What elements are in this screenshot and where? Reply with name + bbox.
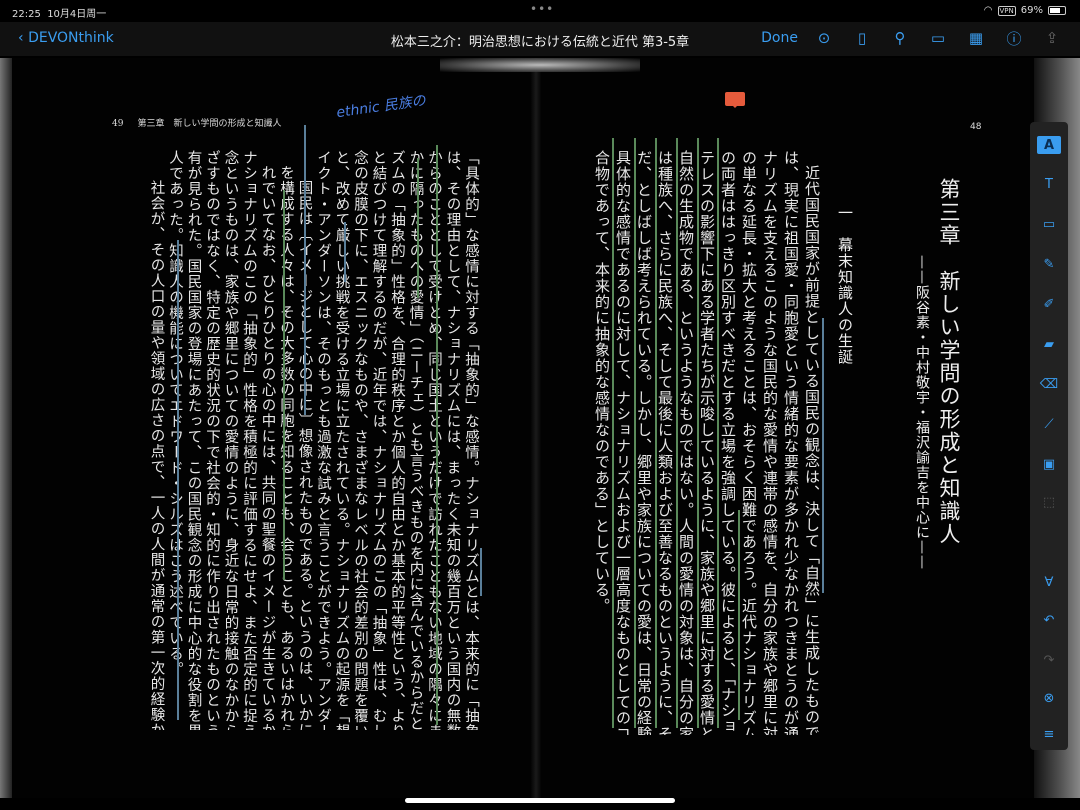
text-column: の両者ははっきり区別すべきだとする立場を強調している。彼によると、「ナショナリズ… bbox=[719, 150, 737, 735]
close-icon[interactable]: ⊗ bbox=[1037, 686, 1061, 710]
text-column: 有が見られた。国民国家の登場にあたって、この国民観念の形成に中心的な役割を果すの… bbox=[185, 150, 202, 730]
text-column: と、改めて厳しい挑戦を受ける立場に立たされている。ナショナリズムの起源を「想像の… bbox=[333, 150, 350, 730]
pencil-icon[interactable]: ✐ bbox=[1037, 292, 1061, 316]
section-heading: 一 幕末知識人の生誕 bbox=[836, 205, 854, 365]
text-column: 近代国民国家が前提としている国民の観念は、決して「自然」に生成したものではない。… bbox=[803, 165, 821, 735]
quote-column: 社会が、その人口の量や領域の広さの点で、一人の人間が通常の第一次的経験から知りう… bbox=[148, 180, 165, 730]
book-gutter bbox=[530, 58, 542, 798]
status-indicators: ◠ VPN 69% bbox=[984, 5, 1066, 16]
eraser-icon[interactable]: ⌫ bbox=[1037, 372, 1061, 396]
pen-icon[interactable]: ✎ bbox=[1037, 252, 1061, 276]
text-column: 自然の生成物である、というようなものではない。人間の愛情の対象は、自分の家族から… bbox=[677, 150, 695, 735]
highlight-mark bbox=[655, 138, 657, 728]
wifi-icon: ◠ bbox=[983, 5, 993, 16]
highlight-mark bbox=[177, 240, 179, 720]
text-column: は、その理由として、ナショナリズムには、まったく未知の幾百万という国内の無数の人… bbox=[444, 150, 461, 730]
text-column: 念の皮膜の下に、エスニックなものや、さまざまなレベルの社会的差別の問題を覆い隠し… bbox=[352, 150, 368, 730]
quote-column: を構成する人々は、その大多数の同胞を知ることも、会うことも、あるいはかれらについ… bbox=[278, 165, 294, 730]
status-bar: 22:25 10月4日周一 ••• ◠ VPN 69% bbox=[0, 0, 1080, 22]
highlight-mark bbox=[822, 318, 824, 593]
marker-icon[interactable]: ▰ bbox=[1037, 332, 1061, 356]
left-page-text: 「具体的」な感情に対する「抽象的」な感情。ナショナリズムとは、本来的に「抽象的」… bbox=[147, 150, 480, 730]
text-column: 人であった。知識人の機能についてエドワード・シルズはこう述べている。 bbox=[167, 150, 183, 677]
battery-percent: 69% bbox=[1020, 5, 1043, 16]
right-page-number: 48 bbox=[970, 122, 982, 132]
pen-toggle-icon[interactable]: ∀ bbox=[1037, 570, 1061, 594]
text-box-icon[interactable]: T bbox=[1037, 172, 1061, 196]
highlight-mark bbox=[417, 158, 419, 298]
highlight-text-icon[interactable]: A bbox=[1037, 136, 1061, 154]
text-column: は種族へ、さらに民族へ、そして最後に人類および至善なるものというように、その輪を… bbox=[656, 150, 674, 735]
text-column: かに隔ったものへの愛情」（ニーチェ）とも言うべきものを内に含んでいるからだと言う… bbox=[407, 150, 424, 730]
done-button[interactable]: Done bbox=[761, 26, 798, 50]
battery-icon bbox=[1048, 6, 1066, 15]
page-spine-highlight bbox=[440, 58, 640, 72]
text-column: だ、としばしば考えられている。しかし、郷里や家族についての愛は、日常の経験のなか… bbox=[635, 150, 653, 735]
redo-icon[interactable]: ↷ bbox=[1037, 648, 1061, 672]
navigation-bar: ‹ DEVONthink 松本三之介：明治思想における伝統と近代 第3-5章 D… bbox=[0, 22, 1080, 56]
back-button[interactable]: ‹ DEVONthink bbox=[18, 30, 114, 46]
text-column: 「具体的」な感情に対する「抽象的」な感情。ナショナリズムとは、本来的に「抽象的」… bbox=[463, 150, 479, 730]
book-edge-left bbox=[0, 58, 12, 798]
document-icon[interactable]: ▯ bbox=[850, 26, 874, 50]
text-column: は、現実に祖国愛・同胞愛という情緒的な要素が多かれ少なかれつきまとうのが通常であ… bbox=[782, 150, 800, 735]
chevron-left-icon: ‹ bbox=[18, 30, 29, 46]
more-icon[interactable]: ⊙ bbox=[812, 26, 836, 50]
chapter-subtitle: ——阪谷素・中村敬宇・福沢諭吉を中心に—— bbox=[914, 255, 930, 570]
quote-column: れでいてなお、ひとりひとりの心の中には、共同の聖餐のイメージが生きているからであ… bbox=[259, 165, 276, 730]
menu-icon[interactable]: ≡ bbox=[1037, 722, 1061, 746]
highlight-mark bbox=[697, 138, 699, 728]
highlight-mark bbox=[283, 190, 285, 580]
highlight-mark bbox=[676, 138, 678, 728]
highlight-mark bbox=[436, 145, 438, 725]
highlight-mark bbox=[738, 510, 740, 720]
text-column: と結びつけて理解するのだが、近年では、ナショナリズムのこの「抽象」性は、むしろ同… bbox=[370, 150, 387, 730]
left-running-header: 49 第三章 新しい学問の形成と知識人 bbox=[112, 119, 282, 129]
info-icon[interactable]: ⓘ bbox=[1002, 26, 1026, 50]
text-column: テレスの影響下にある学者たちが示唆しているように、家族や郷里に対する愛情と質的に… bbox=[698, 150, 716, 735]
text-column: 念というものは、家族や郷里についての愛情のように、身近な日常的接触のなかから生れ… bbox=[222, 150, 239, 730]
annotation-toolbar: A T ▭ ✎ ✐ ▰ ⌫ ⟋ ▣ ⬚ ∀ ↶ ↷ ⊗ ≡ bbox=[1030, 122, 1068, 750]
selection-icon[interactable]: ⬚ bbox=[1037, 490, 1061, 514]
multitasking-dots[interactable]: ••• bbox=[530, 2, 554, 16]
highlight-mark bbox=[480, 548, 482, 596]
highlight-mark bbox=[612, 138, 614, 728]
book-icon[interactable]: ▭ bbox=[926, 26, 950, 50]
share-icon[interactable]: ⇪ bbox=[1040, 26, 1064, 50]
note-icon[interactable]: ▭ bbox=[1037, 212, 1061, 236]
status-time: 22:25 10月4日周一 bbox=[12, 9, 107, 20]
undo-icon[interactable]: ↶ bbox=[1037, 608, 1061, 632]
highlight-mark bbox=[717, 138, 719, 728]
image-icon[interactable]: ▣ bbox=[1037, 452, 1061, 476]
highlight-mark bbox=[344, 222, 346, 282]
text-column: イクト・アンダーソンは、そのもっとも過激な試みと言うことができよう。アンダーソン… bbox=[315, 150, 331, 730]
text-column: の単なる延長・拡大と考えることは、おそらく困難であろう。近代ナショナリズムを論じ… bbox=[740, 150, 758, 735]
text-column: ざすものではなく、特定の歴史的状況の下で社会的・知的に作り出されたものという点で… bbox=[204, 150, 220, 730]
home-indicator[interactable] bbox=[405, 798, 675, 803]
bookmark-icon[interactable] bbox=[725, 92, 745, 108]
text-column: 具体的な感情であるのに対して、ナショナリズムおよび一層高度なものとしてのコスモポ… bbox=[614, 150, 632, 735]
chapter-title: 第三章 新しい学問の形成と知識人 bbox=[937, 178, 961, 546]
text-column: ナリズムを支えるこのような国民的な愛情や連帯の感情を、自分の家族や郷里に対して人… bbox=[761, 150, 779, 735]
toolbar: Done ⊙ ▯ ⚲ ▭ ▦ ⓘ ⇪ bbox=[761, 26, 1064, 50]
grid-icon[interactable]: ▦ bbox=[964, 26, 988, 50]
right-page-text: 近代国民国家が前提としている国民の観念は、決して「自然」に生成したものではない。… bbox=[591, 150, 822, 735]
highlight-mark bbox=[634, 138, 636, 728]
text-column: からのこととして受けとめ、同じ国土というだけで訪れたこともない地域の隅々にまで一… bbox=[426, 150, 442, 730]
text-column: ナショナリズムのこの「抽象的」性格を積極的に評価するにせよ、また否定的に捉えるに… bbox=[241, 150, 257, 730]
text-column: ズムの「抽象的」性格を、合理的秩序とか個人的自由とか基本的平等性という、より普遍… bbox=[389, 150, 405, 730]
search-icon[interactable]: ⚲ bbox=[888, 26, 912, 50]
vpn-badge: VPN bbox=[997, 5, 1016, 16]
highlight-mark bbox=[304, 125, 306, 415]
line-icon[interactable]: ⟋ bbox=[1037, 412, 1061, 436]
text-column: 合物であって、本来的に抽象的な感情なのである」としている。 bbox=[593, 150, 611, 614]
